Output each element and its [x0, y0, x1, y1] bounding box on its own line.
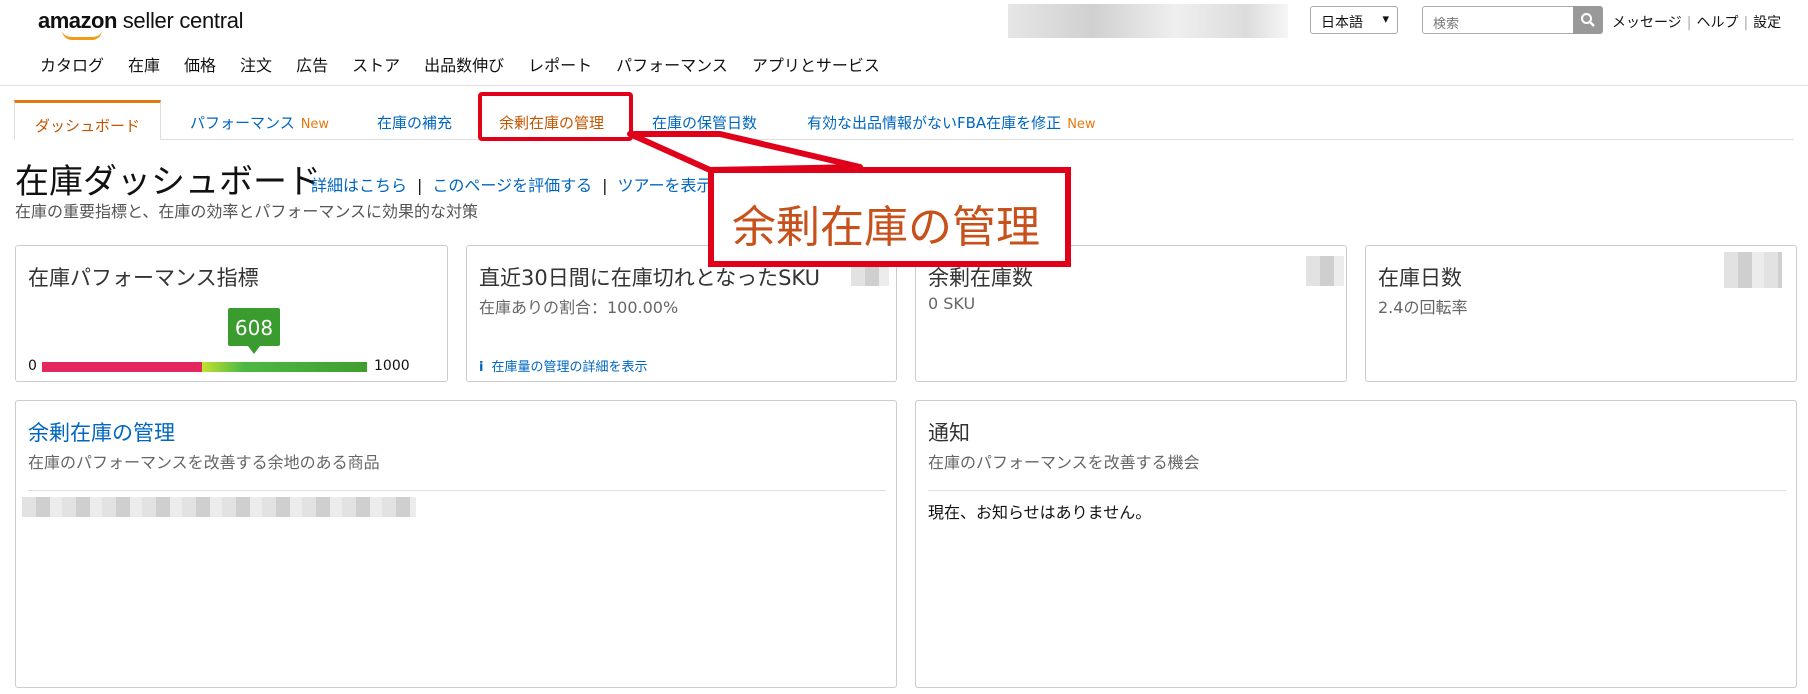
- account-name-blurred[interactable]: [1008, 4, 1288, 38]
- seller-central-logo[interactable]: amazon seller central: [38, 8, 244, 40]
- notifications-sub: 在庫のパフォーマンスを改善する機会: [928, 453, 1200, 472]
- info-icon: i: [479, 360, 484, 375]
- search-placeholder: 検索: [1433, 17, 1460, 32]
- nav-inventory[interactable]: 在庫: [128, 52, 160, 76]
- notifications-card: 通知 在庫のパフォーマンスを改善する機会 現在、お知らせはありません。: [915, 400, 1797, 688]
- learn-more-link[interactable]: 詳細はこちら: [311, 176, 407, 195]
- page-subtitle: 在庫の重要指標と、在庫の効率とパフォーマンスに効果的な対策: [15, 202, 479, 221]
- ipi-card: 在庫パフォーマンス指標 608 0 1000: [15, 245, 448, 382]
- tab-performance[interactable]: パフォーマンス New: [190, 100, 329, 140]
- excess-count-sub: 0 SKU: [928, 294, 976, 313]
- tab-highlight-box: [478, 92, 633, 141]
- manage-excess-title[interactable]: 余剰在庫の管理: [28, 417, 175, 447]
- tab-label: 有効な出品情報がないFBA在庫を修正: [807, 114, 1062, 132]
- manage-excess-sub: 在庫のパフォーマンスを改善する余地のある商品: [28, 453, 380, 472]
- tab-replenishment[interactable]: 在庫の補充: [377, 100, 452, 140]
- amazon-smile-icon: [62, 30, 102, 40]
- show-tour-link[interactable]: ツアーを表示: [617, 176, 712, 195]
- nav-orders[interactable]: 注文: [240, 52, 272, 76]
- days-of-supply-title: 在庫日数: [1378, 266, 1462, 290]
- dashboard-tabs: ダッシュボード パフォーマンス New 在庫の補充 余剰在庫の管理 在庫の保管日数…: [14, 100, 1794, 140]
- gauge-min-label: 0: [28, 358, 37, 374]
- nav-reports[interactable]: レポート: [528, 52, 592, 76]
- inventory-details-link[interactable]: i 在庫量の管理の詳細を表示: [479, 356, 647, 375]
- gauge-max-label: 1000: [374, 358, 410, 374]
- logo-seller-central-text: seller central: [116, 8, 244, 33]
- header-links: メッセージ | ヘルプ | 設定: [1612, 12, 1781, 32]
- separator: |: [602, 176, 608, 195]
- help-link[interactable]: ヘルプ: [1696, 15, 1738, 31]
- new-badge: New: [300, 117, 330, 132]
- days-of-supply-sub: 2.4の回転率: [1378, 298, 1468, 317]
- language-value: 日本語: [1321, 15, 1363, 31]
- separator: |: [1686, 15, 1692, 31]
- notifications-body: 現在、お知らせはありません。: [928, 503, 1152, 522]
- tab-label: ダッシュボード: [35, 117, 141, 135]
- tab-label: パフォーマンス: [190, 114, 295, 132]
- separator: |: [417, 176, 423, 195]
- search-button[interactable]: [1573, 6, 1603, 34]
- gauge-bar-high: [202, 362, 367, 372]
- inventory-details-label: 在庫量の管理の詳細を表示: [491, 360, 648, 375]
- main-nav: カタログ 在庫 価格 注文 広告 ストア 出品数伸び レポート パフォーマンス …: [40, 52, 904, 76]
- callout-label: 余剰在庫の管理: [708, 167, 1071, 267]
- tab-fix-stranded[interactable]: 有効な出品情報がないFBA在庫を修正 New: [807, 100, 1096, 140]
- divider: [928, 490, 1786, 491]
- page-title: 在庫ダッシュボード: [15, 162, 321, 202]
- ipi-score-flag: 608: [228, 308, 280, 354]
- tab-dashboard[interactable]: ダッシュボード: [14, 100, 162, 140]
- nav-catalog[interactable]: カタログ: [40, 52, 104, 76]
- search-icon: [1581, 13, 1595, 27]
- gauge-bar-low: [42, 362, 202, 372]
- tab-label: 在庫の保管日数: [652, 114, 758, 132]
- blurred-content: [22, 497, 416, 517]
- manage-excess-card: 余剰在庫の管理 在庫のパフォーマンスを改善する余地のある商品: [15, 400, 897, 688]
- nav-stores[interactable]: ストア: [352, 52, 400, 76]
- settings-link[interactable]: 設定: [1753, 15, 1781, 31]
- stockout-sub: 在庫ありの割合：100.00%: [479, 298, 679, 317]
- rate-page-link[interactable]: このページを評価する: [432, 176, 592, 195]
- separator: |: [1743, 15, 1749, 31]
- nav-growth[interactable]: 出品数伸び: [424, 52, 504, 76]
- messages-link[interactable]: メッセージ: [1612, 15, 1682, 31]
- page-title-links: 詳細はこちら | このページを評価する | ツアーを表示: [311, 172, 713, 196]
- nav-pricing[interactable]: 価格: [184, 52, 216, 76]
- notifications-title: 通知: [928, 421, 970, 445]
- nav-apps[interactable]: アプリとサービス: [752, 52, 880, 76]
- top-header: amazon seller central 日本語 ▾ 検索 メッセージ | ヘルプ…: [0, 0, 1808, 86]
- new-badge: New: [1067, 117, 1096, 132]
- ipi-title: 在庫パフォーマンス指標: [28, 266, 259, 290]
- chevron-down-icon: ▾: [1382, 12, 1389, 27]
- divider: [28, 490, 886, 491]
- blurred-value: [1306, 256, 1344, 286]
- nav-advertising[interactable]: 広告: [296, 52, 328, 76]
- tab-inventory-age[interactable]: 在庫の保管日数: [652, 100, 757, 140]
- tab-label: 在庫の補充: [377, 114, 453, 132]
- days-of-supply-card: 在庫日数 2.4の回転率: [1365, 245, 1797, 382]
- nav-performance[interactable]: パフォーマンス: [616, 52, 728, 76]
- language-select[interactable]: 日本語 ▾: [1310, 6, 1398, 34]
- blurred-value: [1724, 252, 1782, 288]
